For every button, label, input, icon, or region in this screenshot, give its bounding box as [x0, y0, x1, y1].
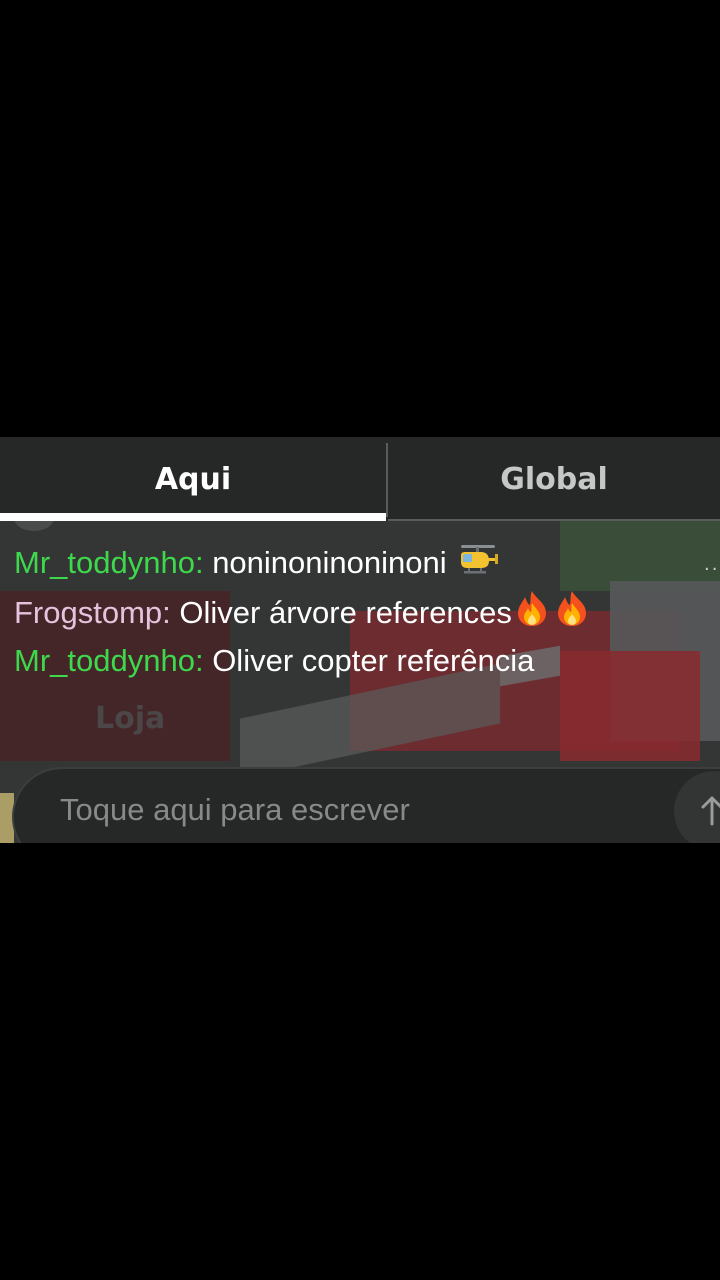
tab-label: Global [500, 461, 608, 497]
helicopter-emoji-icon [455, 543, 499, 589]
chat-input[interactable] [58, 787, 622, 833]
chat-tab-bar: Aqui Global [0, 437, 720, 521]
ellipsis-icon: ·· [704, 559, 720, 580]
message-text: Oliver árvore references [179, 595, 512, 630]
tab-underline [388, 519, 720, 521]
arrow-up-icon [701, 796, 720, 826]
fire-emoji-icon [552, 589, 592, 639]
message-text: noninoninoninoni [212, 545, 447, 580]
message-text: Oliver copter referência [212, 643, 535, 678]
store-sign: Loja [95, 701, 166, 736]
tab-label: Aqui [154, 461, 232, 497]
fire-emoji-icon [512, 589, 552, 639]
message-list: Mr_toddynho: noninoninoninoni Frogstomp:… [14, 541, 694, 683]
message-author[interactable]: Frogstomp: [14, 595, 171, 630]
active-tab-indicator [0, 513, 386, 521]
scene-shape [14, 521, 54, 531]
chat-message: Mr_toddynho: Oliver copter referência [14, 639, 694, 683]
tab-global[interactable]: Global [388, 437, 720, 521]
chat-window: Loja ·· Aqui Global Mr_toddynho: noninon… [0, 437, 720, 843]
chat-message: Frogstomp: Oliver árvore references [14, 589, 694, 639]
tab-aqui[interactable]: Aqui [0, 437, 386, 521]
send-button[interactable] [674, 771, 720, 843]
chat-message: Mr_toddynho: noninoninoninoni [14, 541, 694, 589]
chat-input-bar [12, 767, 720, 843]
message-author[interactable]: Mr_toddynho: [14, 643, 204, 678]
video-frame: Loja ·· Aqui Global Mr_toddynho: noninon… [0, 0, 720, 1280]
message-author[interactable]: Mr_toddynho: [14, 545, 204, 580]
